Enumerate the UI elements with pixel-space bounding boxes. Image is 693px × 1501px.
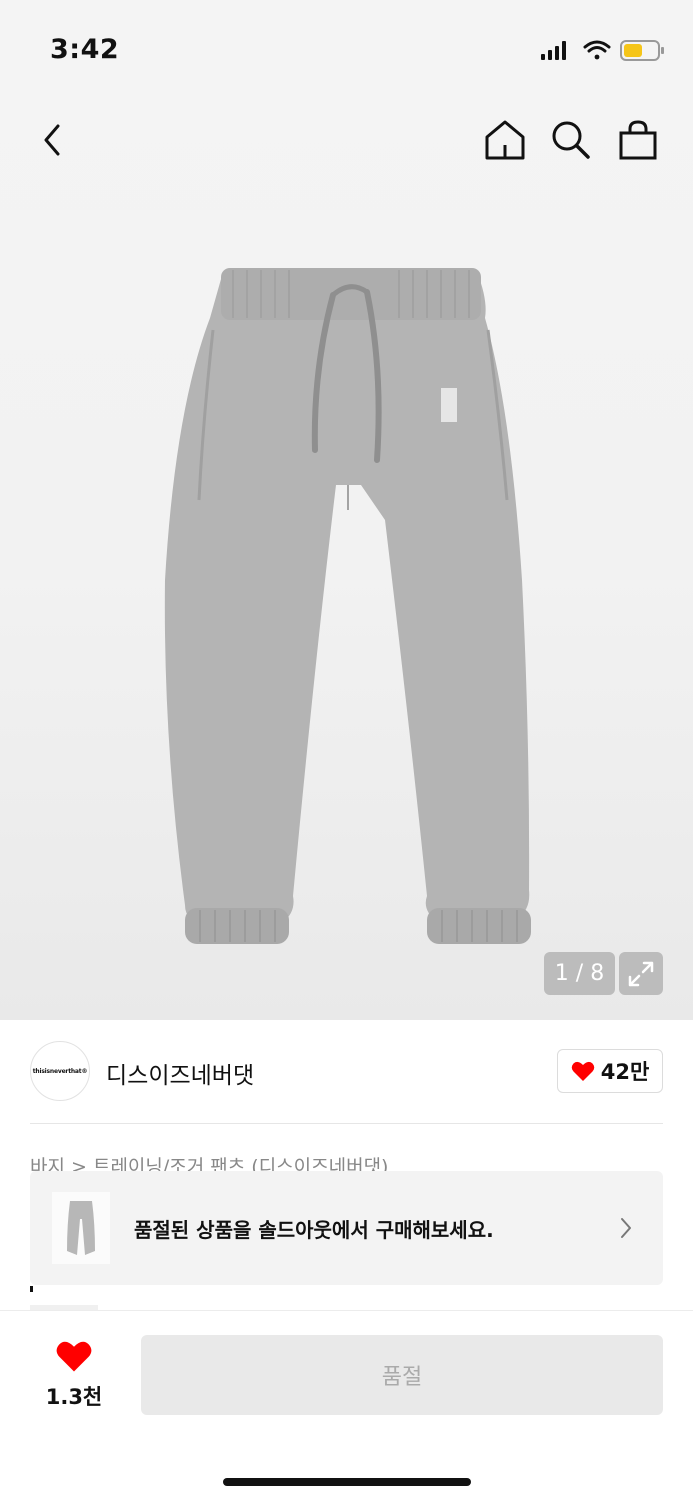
brand-like-count: 42만 [600, 1060, 650, 1084]
chevron-right-icon [621, 1218, 631, 1238]
brand-logo-text: thisisneverthat® [32, 1067, 88, 1075]
shopping-bag-icon[interactable] [617, 119, 659, 161]
status-time: 3:42 [50, 34, 120, 65]
banner-thumbnail [52, 1192, 110, 1264]
search-icon[interactable] [550, 119, 592, 161]
soldout-button[interactable]: 품절 [141, 1335, 663, 1415]
banner-text: 품절된 상품을 솔드아웃에서 구매해보세요. [134, 1218, 494, 1242]
soldout-banner[interactable]: 품절된 상품을 솔드아웃에서 구매해보세요. [30, 1171, 663, 1285]
wish-button[interactable]: 1.3천 [30, 1339, 118, 1411]
brand-like-button[interactable]: 42만 [557, 1049, 663, 1093]
back-icon[interactable] [38, 122, 68, 158]
edge-mark [30, 1286, 33, 1292]
wifi-icon [583, 40, 611, 60]
bottom-action-bar: 1.3천 품절 [0, 1310, 693, 1501]
home-icon[interactable] [484, 119, 526, 161]
image-counter: 1 / 8 [544, 952, 615, 995]
brand-row[interactable]: thisisneverthat® 디스이즈네버댓 42만 [30, 1041, 663, 1101]
expand-icon [628, 961, 654, 986]
product-image [164, 268, 531, 944]
divider [30, 1123, 663, 1124]
status-icons [541, 40, 664, 61]
signal-icon [541, 41, 566, 60]
brand-logo[interactable]: thisisneverthat® [30, 1041, 90, 1101]
brand-name[interactable]: 디스이즈네버댓 [106, 1056, 254, 1090]
battery-icon [620, 40, 664, 61]
heart-icon [56, 1341, 92, 1372]
expand-image-button[interactable] [619, 952, 663, 995]
wish-count: 1.3천 [45, 1385, 103, 1409]
home-indicator [223, 1478, 471, 1486]
heart-icon [571, 1061, 594, 1081]
product-image-area[interactable]: 3:42 1 / 8 [0, 0, 693, 1020]
